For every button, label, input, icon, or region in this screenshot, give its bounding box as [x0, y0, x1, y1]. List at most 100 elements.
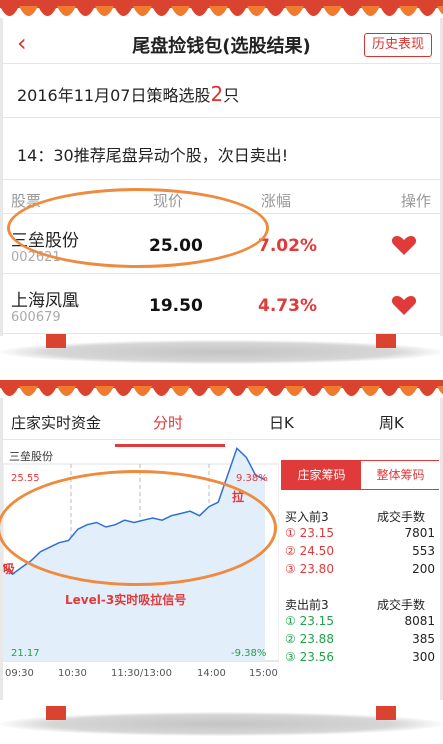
buy-volume-header: 成交手数 — [377, 510, 426, 524]
peg-decoration — [46, 706, 66, 720]
buy-row: ② 24.50 553 — [285, 544, 435, 560]
awning-scallop — [171, 6, 190, 16]
buy-row: ③ 23.80 200 — [285, 562, 435, 578]
awning-scallop — [361, 6, 380, 16]
col-change: 涨幅 — [261, 192, 292, 210]
awning-scallop — [437, 6, 443, 15]
stock-name: 三垒股份 — [11, 231, 79, 251]
buy-price: ③ 23.80 — [285, 562, 334, 576]
sell-volume: 8081 — [404, 614, 435, 628]
sell-price: ③ 23.56 — [285, 650, 334, 664]
awning-scallop — [247, 6, 266, 16]
stock-price: 19.50 — [149, 296, 203, 316]
x-tick-label: 11:30/13:00 — [111, 668, 172, 679]
awning-scallop — [95, 386, 114, 396]
intraday-chart[interactable]: 三垒股份 25.55 9.38% 21.17 -9.38% Level-3实时吸… — [0, 446, 279, 694]
buy-price: ① 23.15 — [285, 526, 334, 540]
awning-scallop — [304, 386, 323, 396]
awning-scallop — [114, 386, 133, 396]
stock-change: 7.02% — [258, 236, 317, 256]
table-row[interactable]: 三垒股份 002621 25.00 7.02% — [3, 216, 440, 274]
chip-panel: 庄家筹码 整体筹码 买入前3 成交手数 ① 23.15 7801 ② 24.50… — [279, 460, 440, 698]
awning-scallop — [209, 386, 228, 396]
table-header: 股票 现价 涨幅 操作 — [3, 186, 440, 214]
buy-price: ② 24.50 — [285, 544, 334, 558]
buy-volume: 553 — [412, 544, 435, 558]
pull-signal-marker: 拉 — [232, 489, 244, 504]
history-performance-button[interactable]: 历史表现 — [364, 33, 432, 57]
awning-scallop — [266, 386, 285, 396]
summary-text: 2016年11月07日策略选股2只 — [17, 82, 239, 106]
peg-decoration — [376, 334, 396, 348]
strategy-description-text: 14：30推荐尾盘异动个股，次日卖出! — [17, 146, 289, 165]
awning-scallop — [0, 6, 19, 16]
sell-price: ② 23.88 — [285, 632, 334, 646]
awning-scallop — [399, 386, 418, 396]
strategy-description: 14：30推荐尾盘异动个股，次日卖出! — [3, 124, 440, 180]
awning-scallop — [76, 386, 95, 396]
chart-tabs: 庄家实时资金 分时 日K 周K — [3, 404, 440, 447]
buy-row: ① 23.15 7801 — [285, 526, 435, 542]
col-price: 现价 — [153, 192, 184, 210]
buy-volume: 200 — [412, 562, 435, 576]
awning-scallop — [361, 386, 380, 396]
awning-scallop — [399, 6, 418, 16]
buy-signal-marker: 吸 — [3, 562, 16, 576]
sell-row: ① 23.15 8081 — [285, 614, 435, 630]
x-tick-label: 09:30 — [5, 668, 34, 679]
awning-scallop — [228, 386, 247, 396]
awning-scallop — [190, 6, 209, 16]
sell-volume-header: 成交手数 — [377, 598, 426, 612]
awning-scallop — [380, 386, 399, 396]
awning-scallop — [342, 386, 361, 396]
table-row[interactable]: 上海凤凰 600679 19.50 4.73% — [3, 276, 440, 334]
awning-scallop — [57, 6, 76, 16]
chart-plot: 25.55 9.38% 21.17 -9.38% Level-3实时吸拉信号 吸… — [3, 446, 279, 679]
heart-icon[interactable] — [391, 294, 417, 316]
tab-dealer-chips[interactable]: 庄家筹码 — [282, 461, 361, 489]
awning-scallop — [418, 386, 437, 396]
awning-scallop — [38, 6, 57, 16]
awning-scallop — [190, 386, 209, 396]
awning-scallop — [0, 386, 19, 396]
awning-scallop — [380, 6, 399, 16]
tab-weekly-k[interactable]: 周K — [379, 412, 404, 433]
x-tick-label: 15:00 — [249, 668, 278, 679]
chart-annotation: Level-3实时吸拉信号 — [65, 592, 186, 607]
awning-scallop — [209, 6, 228, 16]
awning-scallop — [304, 6, 323, 16]
awning-scallop — [228, 6, 247, 16]
awning-scallop — [76, 6, 95, 16]
awning-scallop — [19, 386, 38, 396]
tab-overall-chips[interactable]: 整体筹码 — [361, 461, 440, 489]
awning-scallop — [285, 6, 304, 16]
tab-intraday[interactable]: 分时 — [153, 412, 183, 433]
tab-daily-k[interactable]: 日K — [269, 412, 294, 433]
peg-decoration — [376, 706, 396, 720]
stock-change: 4.73% — [258, 296, 317, 316]
buy-top3-header: 买入前3 — [285, 510, 329, 524]
awning-scallop — [57, 386, 76, 396]
awning-scallop — [38, 386, 57, 396]
awning-scallop — [266, 6, 285, 16]
heart-icon[interactable] — [391, 234, 417, 256]
selection-summary: 2016年11月07日策略选股2只 — [3, 66, 440, 118]
x-tick-label: 14:00 — [197, 668, 226, 679]
chip-tabs: 庄家筹码 整体筹码 — [281, 460, 440, 490]
awning-scallop — [418, 6, 437, 16]
awning-scallop — [133, 6, 152, 16]
awning-scallop — [323, 386, 342, 396]
awning-scallop — [285, 386, 304, 396]
sell-volume: 385 — [412, 632, 435, 646]
summary-count: 2 — [210, 82, 224, 106]
tab-dealer-funds[interactable]: 庄家实时资金 — [11, 412, 101, 433]
stock-name: 上海凤凰 — [11, 291, 79, 311]
awning-scallop — [133, 386, 152, 396]
awning-scallop — [19, 6, 38, 16]
col-stock: 股票 — [11, 192, 42, 210]
awning-scallop — [114, 6, 133, 16]
price-low-label: 21.17 — [11, 648, 40, 659]
summary-date: 2016年11月07日策略选股 — [17, 86, 211, 105]
strategy-result-card: ‹ 尾盘捡钱包(选股结果) 历史表现 2016年11月07日策略选股2只 14：… — [0, 18, 443, 336]
sell-top3-header: 卖出前3 — [285, 598, 329, 612]
